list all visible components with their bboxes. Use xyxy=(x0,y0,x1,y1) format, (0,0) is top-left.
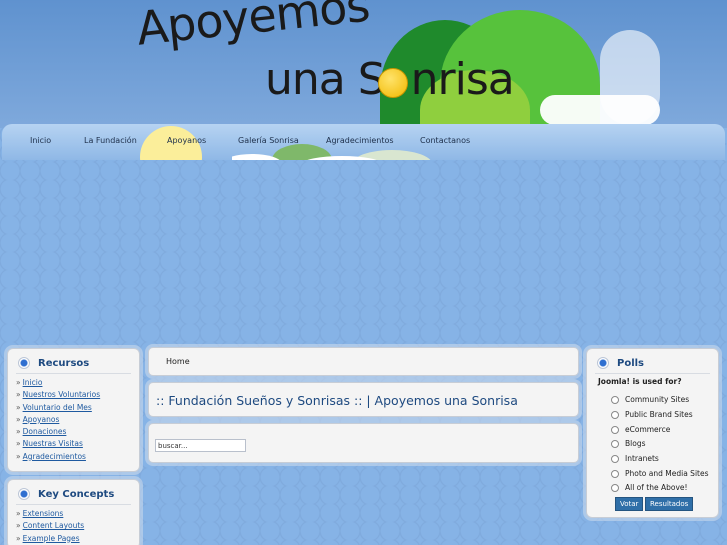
module-bullet-icon xyxy=(18,488,30,500)
divider xyxy=(16,373,131,374)
radio-button[interactable] xyxy=(611,439,619,448)
poll-option[interactable]: eCommerce xyxy=(611,425,670,434)
nav-item-contactanos[interactable]: Contactanos xyxy=(420,136,470,145)
module-bullet-icon xyxy=(597,357,609,369)
menu-item-nuestros-voluntarios[interactable]: Nuestros Voluntarios xyxy=(16,390,101,402)
poll-option-label: Community Sites xyxy=(625,395,690,404)
poll-option[interactable]: Community Sites xyxy=(611,395,689,404)
poll-option[interactable]: All of the Above! xyxy=(611,483,688,492)
recursos-module: Recursos Inicio Nuestros Voluntarios Vol… xyxy=(7,348,140,472)
module-bullet-icon xyxy=(18,357,30,369)
menu-item-extensions[interactable]: Extensions xyxy=(16,509,84,521)
divider xyxy=(595,373,710,374)
divider xyxy=(16,504,131,505)
main-nav: Inicio La Fundación Apoyanos Galería Son… xyxy=(2,124,725,160)
poll-option-label: Intranets xyxy=(625,454,659,463)
poll-option-label: All of the Above! xyxy=(625,483,688,492)
menu-item-inicio[interactable]: Inicio xyxy=(16,378,100,390)
breadcrumb: Home xyxy=(148,347,579,376)
radio-button[interactable] xyxy=(611,425,619,434)
menu-item-example-pages[interactable]: Example Pages xyxy=(16,534,84,545)
radio-button[interactable] xyxy=(611,454,619,463)
menu-item-apoyanos[interactable]: Apoyanos xyxy=(16,415,100,427)
recursos-title: Recursos xyxy=(38,357,90,369)
nav-item-apoyanos[interactable]: Apoyanos xyxy=(167,136,206,145)
poll-option[interactable]: Intranets xyxy=(611,454,659,463)
menu-item-content-layouts[interactable]: Content Layouts xyxy=(16,521,85,533)
search-input[interactable] xyxy=(155,439,246,452)
radio-button[interactable] xyxy=(611,410,619,419)
site-header: Apoyemos una S nrisa xyxy=(0,0,727,128)
nav-item-inicio[interactable]: Inicio xyxy=(30,136,51,145)
poll-option[interactable]: Blogs xyxy=(611,439,646,448)
recursos-menu: Inicio Nuestros Voluntarios Voluntario d… xyxy=(16,378,101,464)
breadcrumb-home-link[interactable]: Home xyxy=(166,357,190,366)
nav-item-galeria-sonrisa[interactable]: Galería Sonrisa xyxy=(238,136,299,145)
radio-button[interactable] xyxy=(611,483,619,492)
menu-item-nuestras-visitas[interactable]: Nuestras Visitas xyxy=(16,439,100,451)
key-concepts-title: Key Concepts xyxy=(38,488,115,500)
vote-button[interactable]: Votar xyxy=(615,497,644,511)
poll-option-label: Blogs xyxy=(625,439,646,448)
menu-item-agradecimientos[interactable]: Agradecimientos xyxy=(16,452,100,464)
polls-title: Polls xyxy=(617,357,645,369)
key-concepts-menu: Extensions Content Layouts Example Pages xyxy=(16,509,85,545)
page-title-box: :: Fundación Sueños y Sonrisas :: | Apoy… xyxy=(148,382,579,417)
cloud xyxy=(600,30,660,125)
radio-button[interactable] xyxy=(611,469,619,478)
poll-option-label: eCommerce xyxy=(625,425,671,434)
menu-item-donaciones[interactable]: Donaciones xyxy=(16,427,100,439)
search-box xyxy=(148,423,579,463)
nav-item-agradecimientos[interactable]: Agradecimientos xyxy=(326,136,394,145)
poll-option[interactable]: Public Brand Sites xyxy=(611,410,693,419)
results-button[interactable]: Resultados xyxy=(645,497,694,511)
polls-module: Polls Joomla! is used for? Community Sit… xyxy=(586,348,719,518)
poll-option-label: Public Brand Sites xyxy=(625,410,693,419)
nav-item-la-fundacion[interactable]: La Fundación xyxy=(84,136,137,145)
logo-line2-end: nrisa xyxy=(410,54,515,105)
logo-line1: Apoyemos xyxy=(134,0,372,56)
radio-button[interactable] xyxy=(611,395,619,404)
logo-line2-start: una S xyxy=(265,54,386,105)
smiley-logo-icon xyxy=(378,68,408,98)
key-concepts-module: Key Concepts Extensions Content Layouts … xyxy=(7,479,140,545)
page-title: :: Fundación Sueños y Sonrisas :: | Apoy… xyxy=(156,393,518,408)
poll-option-label: Photo and Media Sites xyxy=(625,469,709,478)
menu-item-voluntario-del-mes[interactable]: Voluntario del Mes xyxy=(16,403,100,415)
poll-option[interactable]: Photo and Media Sites xyxy=(611,469,709,478)
poll-question: Joomla! is used for? xyxy=(598,377,682,386)
